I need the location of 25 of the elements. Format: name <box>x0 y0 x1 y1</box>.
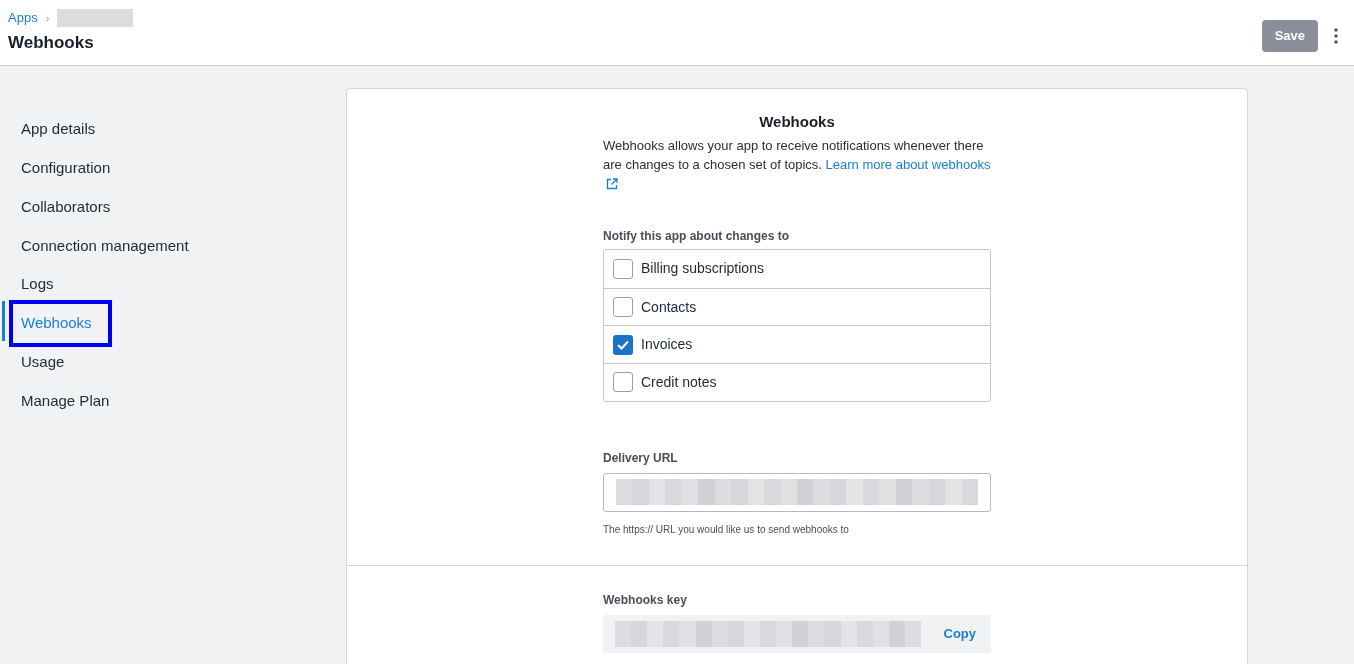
external-link-icon <box>606 177 618 190</box>
topic-option[interactable]: Contacts <box>604 287 990 326</box>
checkbox[interactable] <box>613 258 633 279</box>
more-icon[interactable] <box>1334 28 1338 44</box>
breadcrumb-link[interactable]: Apps <box>8 8 38 28</box>
copy-button[interactable]: Copy <box>943 624 976 644</box>
delivery-url-field[interactable] <box>603 472 991 512</box>
field-label: Webhooks key <box>603 591 688 609</box>
checkbox[interactable] <box>613 297 633 318</box>
topic-option[interactable]: Invoices <box>604 325 990 364</box>
help-text: The https:// URL you would like us to send webhooks to <box>603 522 850 537</box>
learn-more-link[interactable]: Learn more about <box>825 157 932 172</box>
checkbox[interactable] <box>613 372 633 393</box>
description-text: Webhooks allows your app to receive notifications whenever there are changes to a chosen set of topics. Learn more about webhooks <box>603 135 991 194</box>
learn-more-link[interactable]: webhooks <box>931 157 991 172</box>
topic-option[interactable]: Credit notes <box>604 363 990 401</box>
topic-option[interactable]: Billing subscriptions <box>604 250 990 288</box>
field-label: Delivery URL <box>603 449 679 467</box>
card-title: Webhooks <box>758 112 836 132</box>
field-label: Notify this app about changes to <box>603 228 790 245</box>
breadcrumb-separator: › <box>45 10 50 26</box>
page-title: Webhooks <box>8 31 95 54</box>
checkmark-icon <box>617 339 629 350</box>
sidebar-item[interactable]: Webhooks <box>9 300 112 347</box>
checkbox[interactable] <box>613 334 633 355</box>
